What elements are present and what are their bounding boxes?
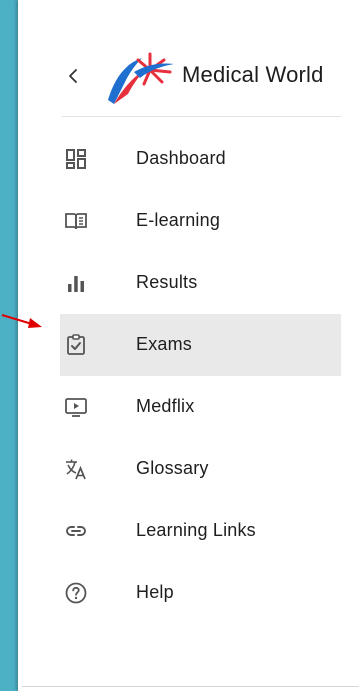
brand-header: Medical World <box>22 44 359 108</box>
red-arrow-pointer <box>1 314 42 328</box>
nav-item-results[interactable]: Results <box>22 252 359 314</box>
nav-menu: Dashboard E-learning Results Exams Medfl… <box>22 128 359 624</box>
clipboard-check-icon <box>67 334 85 355</box>
book-open-icon <box>65 213 87 230</box>
nav-item-learning-links[interactable]: Learning Links <box>22 500 359 562</box>
nav-label-exams: Exams <box>136 334 193 354</box>
nav-item-dashboard[interactable]: Dashboard <box>22 128 359 190</box>
brand-name: Medical World <box>182 62 324 87</box>
nav-label-glossary: Glossary <box>136 458 209 478</box>
video-play-icon <box>65 398 87 417</box>
back-button[interactable] <box>64 64 84 88</box>
nav-item-e-learning[interactable]: E-learning <box>22 190 359 252</box>
nav-item-medflix[interactable]: Medflix <box>22 376 359 438</box>
nav-label-learning-links: Learning Links <box>136 520 256 540</box>
dashboard-icon <box>66 149 86 169</box>
bar-chart-icon <box>68 276 84 292</box>
nav-label-help: Help <box>136 582 174 602</box>
translate-icon <box>66 459 86 480</box>
help-circle-icon <box>65 582 87 604</box>
brand-divider <box>62 116 341 117</box>
nav-item-glossary[interactable]: Glossary <box>22 438 359 500</box>
nav-item-exams[interactable]: Exams <box>22 314 359 376</box>
medical-world-logo[interactable] <box>104 50 178 108</box>
chevron-left-icon <box>69 69 77 83</box>
nav-item-help[interactable]: Help <box>22 562 359 624</box>
nav-label-dashboard: Dashboard <box>136 148 226 168</box>
link-icon <box>66 526 86 536</box>
sidebar-bottom-border <box>22 686 359 687</box>
nav-label-results: Results <box>136 272 198 292</box>
navigation-sidebar: Medical World Dashboard E-learning Resul… <box>22 0 359 691</box>
nav-label-e-learning: E-learning <box>136 210 221 230</box>
nav-label-medflix: Medflix <box>136 396 195 416</box>
